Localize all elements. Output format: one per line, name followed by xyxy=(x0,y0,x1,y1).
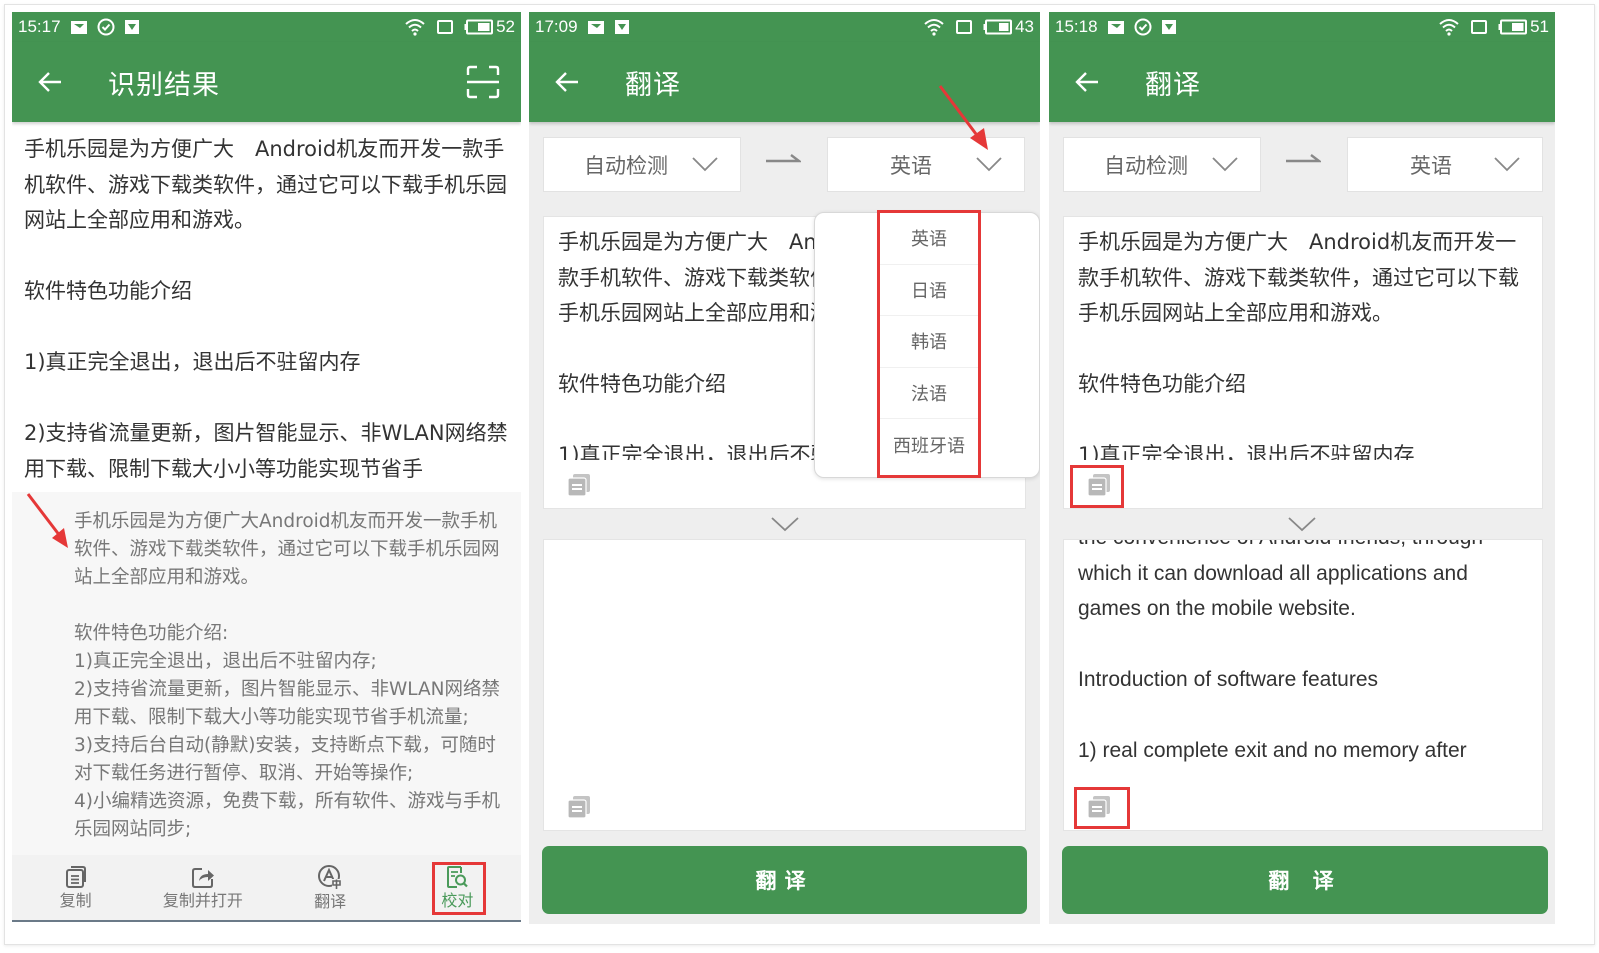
copy-and-open-button[interactable]: 复制并打开 xyxy=(139,855,266,920)
chevron-down-icon xyxy=(1494,157,1520,172)
translate-tab-label: 翻译 xyxy=(314,892,347,911)
arrow-left-icon xyxy=(38,72,61,92)
target-language-value: 英语 xyxy=(890,153,932,178)
result-text-card: the convenience of Android friends, thro… xyxy=(1063,539,1543,831)
sim-icon xyxy=(956,20,973,34)
chevron-down-icon xyxy=(770,517,799,532)
proofread-button[interactable]: 校对 xyxy=(394,855,521,920)
image-notification-icon xyxy=(70,20,87,34)
check-circle-icon xyxy=(97,18,115,36)
battery-level: 43 xyxy=(1015,17,1034,36)
status-bar: 17:09 43 xyxy=(529,12,1040,42)
target-language-select[interactable]: 英语 xyxy=(1347,137,1543,192)
translate-tab-button[interactable]: 翻译 xyxy=(267,855,394,920)
battery-icon xyxy=(1498,19,1528,35)
battery-level: 52 xyxy=(496,17,515,36)
phone-translate-result: 15:18 51 翻译 自动检测 英语 手机乐园是为方便广大 Android机友… xyxy=(1049,12,1555,924)
language-option-spanish[interactable]: 西班牙语 xyxy=(879,419,979,471)
copy-icon[interactable] xyxy=(566,472,592,498)
screenshot-frame: 15:17 52 识别结果 手机乐园是为方便广大 Android机友而开发一款手… xyxy=(0,0,1599,953)
chevron-down-icon xyxy=(692,157,718,172)
language-selector-row: 自动检测 英语 xyxy=(1049,122,1555,206)
status-time: 15:17 xyxy=(18,17,61,36)
chevron-down-icon xyxy=(1212,157,1238,172)
check-circle-icon xyxy=(1134,18,1152,36)
app-bar: 翻译 xyxy=(1049,42,1555,122)
language-option-english[interactable]: 英语 xyxy=(879,213,979,265)
source-language-select[interactable]: 自动检测 xyxy=(543,137,741,192)
source-image-text: 手机乐园是为方便广大Android机友而开发一款手机软件、游戏下载类软件，通过它… xyxy=(74,511,501,840)
status-bar: 15:18 51 xyxy=(1049,12,1555,42)
ocr-result-text[interactable]: 手机乐园是为方便广大 Android机友而开发一款手机软件、游戏下载类软件，通过… xyxy=(12,122,521,494)
target-language-dropdown: 英语 日语 韩语 法语 西班牙语 xyxy=(814,212,1040,478)
arrow-left-icon xyxy=(555,72,578,92)
red-arrow-annotation xyxy=(26,493,68,548)
arrow-right-icon xyxy=(766,154,801,163)
chevron-down-icon xyxy=(1288,517,1316,532)
result-text[interactable]: the convenience of Android friends, thro… xyxy=(1078,540,1528,769)
back-button[interactable] xyxy=(547,62,587,102)
page-title: 翻译 xyxy=(1145,69,1201,101)
result-text-viewport: the convenience of Android friends, thro… xyxy=(1064,540,1542,786)
share-open-icon xyxy=(191,868,214,888)
shield-notification-icon xyxy=(614,20,629,34)
source-text-card: 手机乐园是为方便广大 Android机友而开发一款手机软件、游戏下载类软件，通过… xyxy=(1063,216,1543,509)
back-button[interactable] xyxy=(30,62,70,102)
result-text[interactable] xyxy=(544,540,1025,780)
copy-icon xyxy=(65,866,86,888)
wifi-icon xyxy=(924,19,944,36)
image-notification-icon xyxy=(1107,20,1124,34)
copy-label: 复制 xyxy=(59,891,92,910)
source-language-select[interactable]: 自动检测 xyxy=(1063,137,1261,192)
status-bar: 15:17 52 xyxy=(12,12,521,42)
page-title: 翻译 xyxy=(625,69,681,101)
proofread-icon xyxy=(447,866,469,888)
page-title: 识别结果 xyxy=(108,69,220,101)
source-language-value: 自动检测 xyxy=(584,153,668,178)
phone-ocr-result: 15:17 52 识别结果 手机乐园是为方便广大 Android机友而开发一款手… xyxy=(12,12,521,924)
shield-notification-icon xyxy=(1161,20,1176,34)
result-text-card xyxy=(543,539,1026,831)
source-image-preview: 手机乐园是为方便广大Android机友而开发一款手机软件、游戏下载类软件，通过它… xyxy=(12,492,521,855)
shield-notification-icon xyxy=(124,20,139,34)
language-option-korean[interactable]: 韩语 xyxy=(879,316,979,368)
translate-button[interactable]: 翻 译 xyxy=(1062,846,1548,914)
target-language-value: 英语 xyxy=(1410,153,1452,178)
copy-icon[interactable] xyxy=(1086,472,1112,498)
bottom-toolbar: 复制 复制并打开 翻译 校对 xyxy=(12,855,521,922)
battery-icon xyxy=(983,19,1013,35)
scan-icon xyxy=(466,65,500,99)
status-time: 17:09 xyxy=(535,17,578,36)
back-button[interactable] xyxy=(1067,62,1107,102)
source-language-value: 自动检测 xyxy=(1104,153,1188,178)
language-options: 英语 日语 韩语 法语 西班牙语 xyxy=(879,213,979,471)
sim-icon xyxy=(1471,20,1488,34)
language-option-french[interactable]: 法语 xyxy=(879,368,979,419)
sim-icon xyxy=(437,20,454,34)
translate-button[interactable]: 翻译 xyxy=(542,846,1027,914)
red-arrow-annotation xyxy=(938,85,988,150)
copy-button[interactable]: 复制 xyxy=(12,855,139,920)
battery-level: 51 xyxy=(1530,17,1549,36)
copy-and-open-label: 复制并打开 xyxy=(162,891,243,910)
battery-icon xyxy=(464,19,494,35)
wifi-icon xyxy=(1439,19,1459,36)
language-option-japanese[interactable]: 日语 xyxy=(879,265,979,316)
chevron-down-icon xyxy=(976,157,1002,172)
source-text[interactable]: 手机乐园是为方便广大 Android机友而开发一款手机软件、游戏下载类软件，通过… xyxy=(1064,217,1542,460)
wifi-icon xyxy=(405,19,425,36)
copy-icon[interactable] xyxy=(1086,794,1112,820)
translate-icon xyxy=(318,865,342,889)
image-notification-icon xyxy=(587,20,604,34)
arrow-left-icon xyxy=(1075,72,1098,92)
copy-icon[interactable] xyxy=(566,794,592,820)
proofread-label: 校对 xyxy=(441,891,474,910)
arrow-right-icon xyxy=(1286,154,1321,163)
status-time: 15:18 xyxy=(1055,17,1098,36)
app-bar: 识别结果 xyxy=(12,42,521,122)
scan-button[interactable] xyxy=(463,62,503,102)
